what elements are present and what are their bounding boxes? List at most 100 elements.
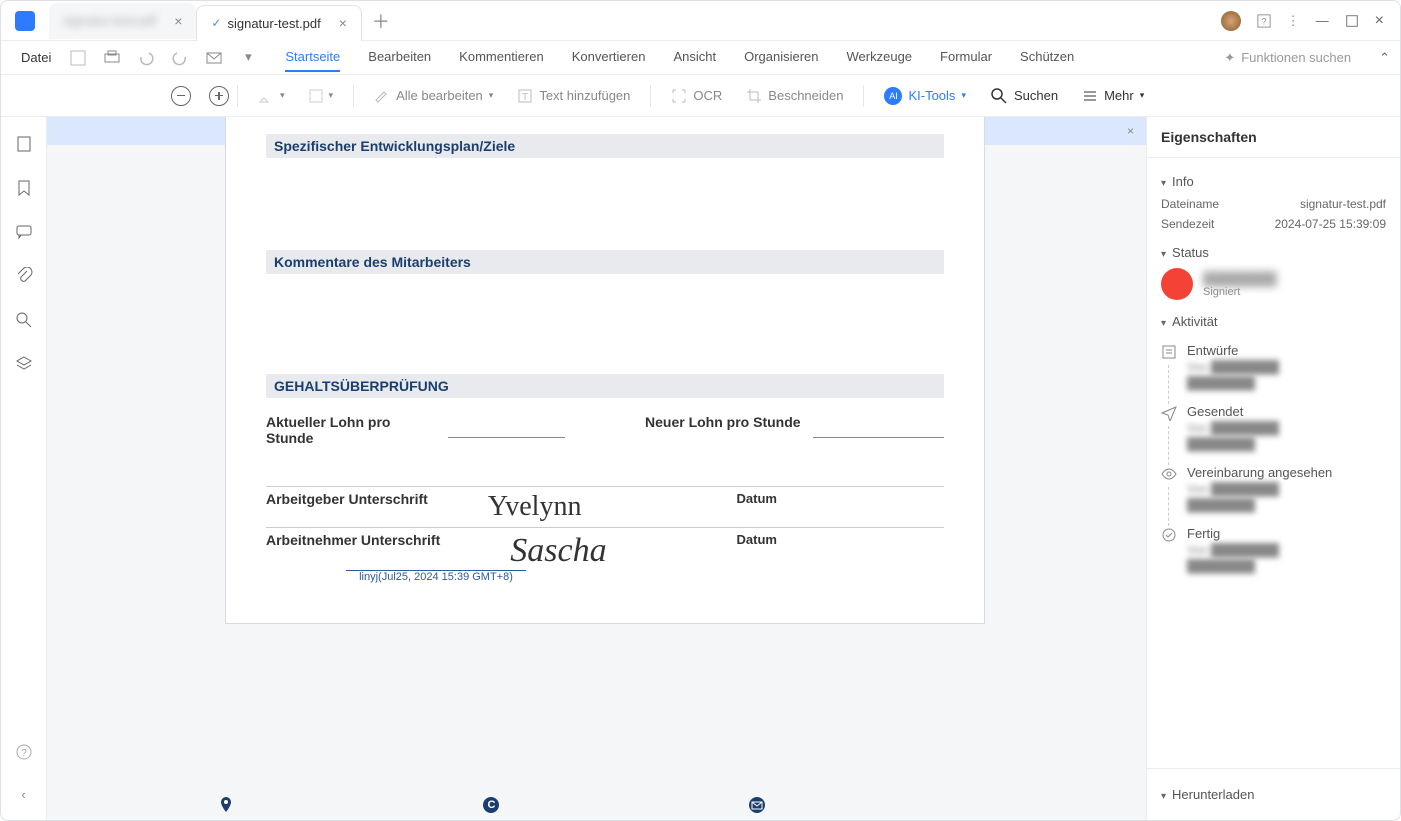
new-tab-button[interactable]: ＋ — [372, 8, 390, 34]
signer-status: Signiert — [1203, 286, 1277, 298]
more-tool[interactable]: Mehr▾ — [1070, 88, 1156, 104]
help-icon[interactable]: ? — [1257, 14, 1271, 28]
current-wage-label: Aktueller Lohn pro Stunde — [266, 414, 436, 446]
shape-tool[interactable]: ▾ — [297, 89, 346, 103]
activity-title: Entwürfe — [1187, 343, 1279, 358]
activity-item-done: Fertig Von ████████ ████████ — [1161, 526, 1386, 573]
tab-schuetzen[interactable]: Schützen — [1020, 43, 1074, 72]
kebab-icon[interactable]: ⋮ — [1287, 13, 1300, 29]
tab-formular[interactable]: Formular — [940, 43, 992, 72]
tab-organisieren[interactable]: Organisieren — [744, 43, 818, 72]
download-header[interactable]: Herunterladen — [1161, 787, 1386, 802]
new-wage-label: Neuer Lohn pro Stunde — [645, 414, 801, 430]
titlebar: signatur-test.pdf × ✓ signatur-test.pdf … — [1, 1, 1400, 41]
activity-header[interactable]: Aktivität — [1161, 314, 1386, 329]
layers-icon[interactable] — [15, 355, 33, 373]
bookmark-icon[interactable] — [15, 179, 33, 197]
ribbon-close-icon[interactable]: × — [1127, 124, 1134, 138]
save-icon[interactable] — [69, 49, 87, 67]
search-rail-icon[interactable] — [15, 311, 33, 329]
sparkle-icon: ✦ — [1224, 50, 1235, 66]
employer-signature: Yvelynn — [488, 491, 582, 523]
comment-icon[interactable] — [15, 223, 33, 241]
status-header[interactable]: Status — [1161, 245, 1386, 260]
ocr-tool[interactable]: OCR — [659, 88, 734, 104]
panel-title: Eigenschaften — [1147, 117, 1400, 158]
location-icon — [217, 796, 235, 814]
svg-text:T: T — [522, 92, 528, 103]
section-dev-plan: Spezifischer Entwicklungsplan/Ziele — [266, 134, 944, 158]
activity-item-sent: Gesendet Von ████████ ████████ — [1161, 404, 1386, 451]
collapse-ribbon-icon[interactable]: ⌃ — [1379, 50, 1390, 66]
document-area[interactable]: Signiert, alle Signaturen sind gültig. Z… — [47, 117, 1146, 820]
info-header[interactable]: Info — [1161, 174, 1386, 189]
globe-icon: C — [483, 797, 499, 813]
tab-werkzeuge[interactable]: Werkzeuge — [847, 43, 913, 72]
mail-badge-icon — [748, 796, 766, 814]
activity-title: Fertig — [1187, 526, 1279, 541]
employer-sig-label: Arbeitgeber Unterschrift — [266, 491, 428, 507]
drafts-icon — [1161, 344, 1177, 360]
employee-signature: Sascha — [510, 532, 606, 570]
activity-from: Von ████████ — [1187, 543, 1279, 557]
zoom-in-icon[interactable] — [209, 86, 229, 106]
maximize-icon[interactable] — [1345, 14, 1359, 28]
activity-ts: ████████ — [1187, 559, 1279, 573]
tab-1-label: signatur-test.pdf — [63, 13, 156, 28]
filename-label: Dateiname — [1161, 197, 1219, 211]
activity-item-drafts: Entwürfe Von ████████ ████████ — [1161, 343, 1386, 390]
close-window-icon[interactable]: × — [1375, 12, 1384, 30]
activity-ts: ████████ — [1187, 376, 1279, 390]
edit-all-tool[interactable]: Alle bearbeiten▾ — [362, 88, 505, 104]
current-wage-value — [448, 414, 565, 438]
section-comments: Kommentare des Mitarbeiters — [266, 250, 944, 274]
feature-search[interactable]: ✦ Funktionen suchen — [1210, 50, 1365, 66]
check-circle-icon — [1161, 527, 1177, 543]
signature-metadata: linyj(Jul25, 2024 15:39 GMT+8) — [346, 570, 526, 583]
bottom-icons: C — [93, 790, 890, 820]
left-rail: ? ‹ — [1, 117, 47, 820]
tab-1-close-icon[interactable]: × — [174, 13, 182, 29]
app-icon[interactable] — [15, 11, 35, 31]
thumbnails-icon[interactable] — [15, 135, 33, 153]
user-avatar[interactable] — [1221, 11, 1241, 31]
crop-tool[interactable]: Beschneiden — [734, 88, 855, 104]
tab-2-label: signatur-test.pdf — [227, 16, 320, 31]
signer-avatar — [1161, 268, 1193, 300]
new-wage-value — [813, 414, 944, 438]
dropdown-icon[interactable]: ▾ — [239, 49, 257, 67]
ai-icon: AI — [884, 87, 902, 105]
ai-tools[interactable]: AIKI-Tools▾ — [872, 87, 978, 105]
activity-title: Gesendet — [1187, 404, 1279, 419]
collapse-rail-icon[interactable]: ‹ — [21, 787, 25, 802]
svg-text:?: ? — [21, 748, 27, 759]
tab-1[interactable]: signatur-test.pdf × — [49, 3, 196, 39]
help-rail-icon[interactable]: ? — [15, 743, 33, 761]
zoom-out-icon[interactable] — [171, 86, 191, 106]
tab-bearbeiten[interactable]: Bearbeiten — [368, 43, 431, 72]
highlight-tool[interactable]: ▾ — [246, 88, 297, 104]
print-icon[interactable] — [103, 49, 121, 67]
undo-icon[interactable] — [137, 49, 155, 67]
toolbar: ▾ ▾ Alle bearbeiten▾ TText hinzufügen OC… — [1, 75, 1400, 117]
file-menu[interactable]: Datei — [11, 50, 61, 65]
add-text-tool[interactable]: TText hinzufügen — [505, 88, 642, 104]
tab-kommentieren[interactable]: Kommentieren — [459, 43, 544, 72]
tab-2[interactable]: ✓ signatur-test.pdf × — [196, 5, 361, 41]
tab-konvertieren[interactable]: Konvertieren — [572, 43, 646, 72]
tab-ansicht[interactable]: Ansicht — [673, 43, 716, 72]
employee-sig-label: Arbeitnehmer Unterschrift — [266, 532, 440, 570]
tab-startseite[interactable]: Startseite — [285, 43, 340, 72]
attachment-icon[interactable] — [15, 267, 33, 285]
redo-icon[interactable] — [171, 49, 189, 67]
mail-icon[interactable] — [205, 49, 223, 67]
eye-icon — [1161, 466, 1177, 482]
sendtime-label: Sendezeit — [1161, 217, 1214, 231]
search-tool[interactable]: Suchen — [978, 87, 1070, 105]
sendtime-value: 2024-07-25 15:39:09 — [1275, 217, 1386, 231]
activity-ts: ████████ — [1187, 437, 1279, 451]
tab-2-close-icon[interactable]: × — [339, 15, 347, 31]
minimize-icon[interactable]: — — [1316, 13, 1329, 28]
date-label-1: Datum — [737, 491, 777, 506]
activity-from: Von ████████ — [1187, 482, 1332, 496]
